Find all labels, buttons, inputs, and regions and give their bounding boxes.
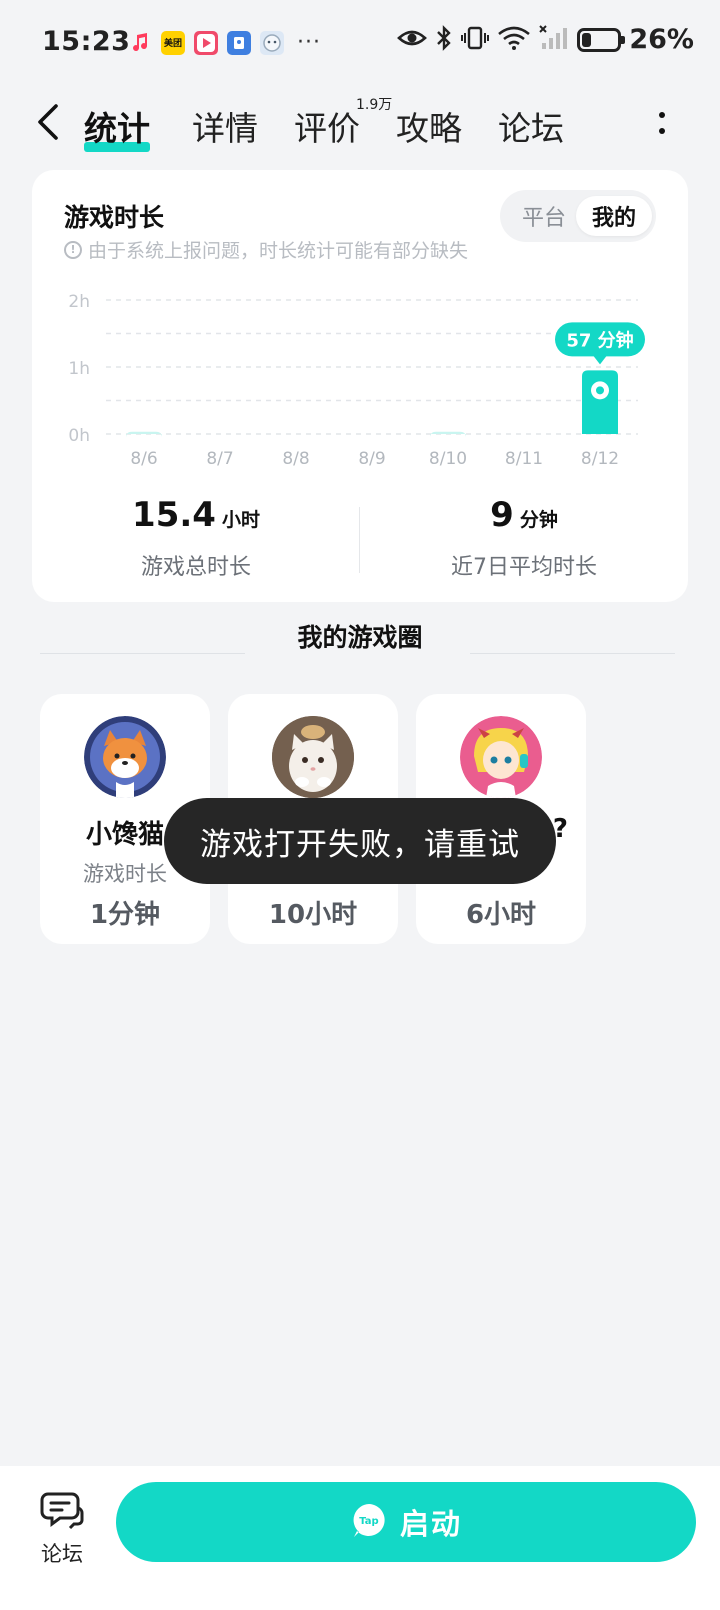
chart-xtick-label: 8/10 (429, 449, 467, 469)
chart-xtick-label: 8/6 (130, 449, 157, 469)
status-bar: 15:23 美团 ··· 26% (0, 0, 720, 86)
vibrate-icon (461, 25, 490, 55)
reviews-count-badge: 1.9万 (356, 97, 393, 113)
total-time-value: 15.4 (132, 495, 216, 535)
avg-time-label: 近7日平均时长 (451, 555, 597, 580)
forum-chat-icon (40, 1492, 84, 1534)
avg-time-unit: 分钟 (519, 509, 558, 531)
chart-ytick-label: 1h (68, 359, 90, 379)
tap-logo-icon: Tap (350, 1501, 388, 1543)
shiba-dog-avatar (84, 716, 166, 798)
more-options-button[interactable] (652, 104, 672, 144)
play-time-summary: 15.4 小时 游戏总时长 9 分钟 近7日平均时长 (32, 495, 688, 585)
anime-girl-avatar (460, 716, 542, 798)
kitten-avatar (272, 716, 354, 798)
bluetooth-icon (435, 24, 453, 55)
chart-xtick-label: 8/7 (206, 449, 233, 469)
chart-xtick-label: 8/8 (282, 449, 309, 469)
play-time-card: 游戏时长 ! 由于系统上报问题，时长统计可能有部分缺失 平台 我的 0h 1h 2h… (32, 170, 688, 602)
tab-forum[interactable]: 论坛 (498, 102, 564, 150)
chart-bar (430, 431, 466, 438)
chart-value-bubble-tail (593, 355, 607, 365)
total-time: 15.4 小时 游戏总时长 (32, 495, 360, 581)
tab-guides[interactable]: 攻略 (396, 102, 462, 150)
back-button[interactable] (30, 100, 70, 144)
avg-time-value: 9 (490, 495, 514, 535)
chart-xtick-label: 8/9 (358, 449, 385, 469)
video-player-icon (194, 30, 218, 55)
chart-ytick-label: 2h (68, 292, 90, 312)
tab-stats-label: 统计 (84, 109, 150, 148)
app-icon (227, 30, 251, 55)
battery-percent: 26% (629, 24, 694, 55)
chart-bar (126, 431, 162, 438)
chart-xtick-label: 8/12 (581, 449, 619, 469)
signal-icon (539, 24, 569, 55)
info-icon: ! (64, 240, 82, 259)
scope-toggle: 平台 我的 (500, 190, 656, 242)
total-time-unit: 小时 (221, 509, 260, 531)
more-notifications: ··· (297, 30, 321, 55)
section-divider-right (470, 653, 675, 654)
system-icons: 26% (397, 24, 694, 55)
chart-data-label: 57 分钟 (566, 329, 633, 351)
forum-button[interactable]: 论坛 (30, 1490, 94, 1574)
tab-details[interactable]: 详情 (192, 102, 258, 150)
forum-label: 论坛 (41, 1542, 83, 1566)
status-time: 15:23 (42, 26, 131, 57)
chart-ytick-label: 0h (68, 426, 90, 446)
chart-bar-marker-dot (596, 386, 604, 395)
play-time-title: 游戏时长 (64, 203, 165, 232)
error-toast: 游戏打开失败，请重试 (164, 798, 556, 884)
toggle-mine[interactable]: 我的 (576, 196, 652, 236)
circle-value: 6小时 (465, 900, 537, 930)
circle-value: 10小时 (268, 900, 358, 930)
avg-time: 9 分钟 近7日平均时长 (360, 495, 688, 581)
play-time-chart: 0h 1h 2h 8/6 8/7 8/8 8/9 8/10 8/11 57 分钟 8/12 (68, 292, 645, 469)
wifi-icon (497, 25, 531, 55)
launch-button[interactable]: Tap 启动 (116, 1482, 696, 1562)
eye-icon (397, 26, 428, 54)
note-text: 由于系统上报问题，时长统计可能有部分缺失 (88, 240, 469, 262)
my-game-circle-title: 我的游戏圈 (297, 623, 423, 652)
launch-label: 启动 (399, 1507, 462, 1541)
battery-icon (577, 27, 626, 52)
top-nav: 统计 详情 评价 1.9万 攻略 论坛 (0, 88, 720, 168)
tab-stats[interactable]: 统计 (84, 102, 150, 152)
bottom-bar: 论坛 Tap 启动 (0, 1466, 720, 1610)
chart-bar (582, 370, 618, 434)
cloud-app-icon (260, 30, 284, 55)
music-icon (128, 31, 152, 55)
battery-fill (582, 32, 592, 47)
meituan-icon: 美团 (161, 30, 185, 55)
circle-value: 1分钟 (89, 900, 161, 930)
tab-reviews[interactable]: 评价 (294, 102, 360, 150)
notification-icons: 美团 ··· (128, 30, 321, 55)
tap-logo-text: Tap (359, 1516, 378, 1527)
total-time-label: 游戏总时长 (140, 555, 251, 580)
data-missing-note: ! 由于系统上报问题，时长统计可能有部分缺失 (64, 236, 468, 263)
toggle-platform[interactable]: 平台 (506, 196, 582, 236)
chart-xtick-label: 8/11 (505, 449, 543, 469)
